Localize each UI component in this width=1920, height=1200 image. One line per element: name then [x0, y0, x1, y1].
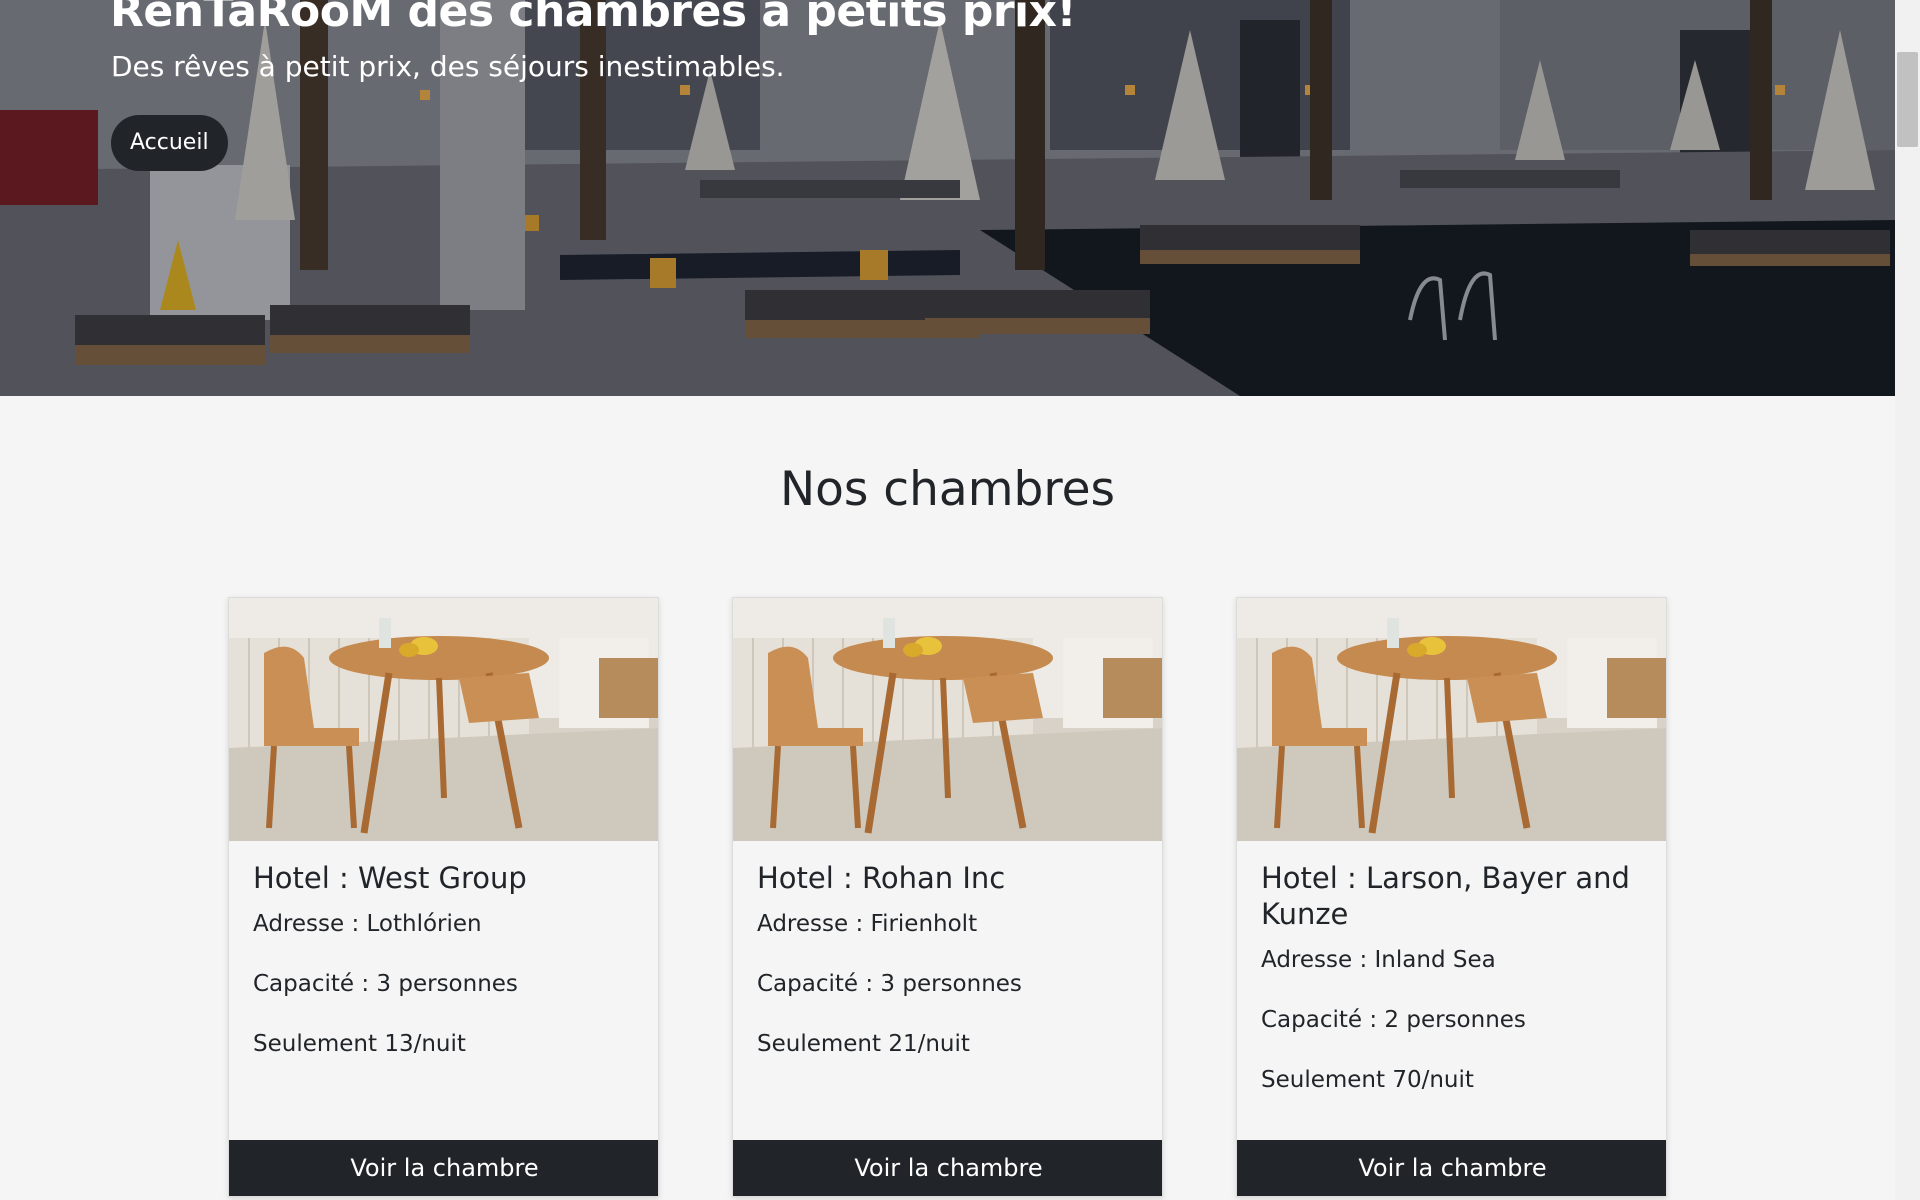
hotel-name: Hotel : Rohan Inc	[757, 861, 1006, 895]
room-image	[229, 598, 658, 841]
room-price: Seulement 13/nuit	[253, 1031, 466, 1057]
room-card: Hotel : West Group Adresse : Lothlórien …	[228, 597, 659, 1197]
hero-title: RenTaRooM des chambres à petits prix!	[110, 0, 1077, 37]
room-image	[733, 598, 1162, 841]
page-scrollbar[interactable]	[1895, 0, 1920, 1200]
hotel-name: Hotel : Larson, Bayer and Kunze	[1261, 861, 1630, 931]
home-button[interactable]: Accueil	[111, 115, 228, 171]
view-room-button[interactable]: Voir la chambre	[733, 1140, 1162, 1196]
card-body: Hotel : West Group Adresse : Lothlórien …	[253, 860, 638, 1090]
hotel-address: Adresse : Inland Sea	[1261, 947, 1496, 973]
hotel-address: Adresse : Lothlórien	[253, 911, 482, 937]
scrollbar-thumb[interactable]	[1897, 52, 1918, 147]
hotel-name: Hotel : West Group	[253, 861, 527, 895]
room-card: Hotel : Larson, Bayer and Kunze Adresse …	[1236, 597, 1667, 1197]
hero-subtitle: Des rêves à petit prix, des séjours ines…	[111, 50, 785, 83]
room-capacity: Capacité : 3 personnes	[757, 971, 1022, 997]
card-body: Hotel : Larson, Bayer and Kunze Adresse …	[1261, 860, 1646, 1126]
view-room-button[interactable]: Voir la chambre	[1237, 1140, 1666, 1196]
room-cards: Hotel : West Group Adresse : Lothlórien …	[0, 597, 1895, 1200]
room-price: Seulement 70/nuit	[1261, 1067, 1474, 1093]
room-price: Seulement 21/nuit	[757, 1031, 970, 1057]
hero-banner: RenTaRooM des chambres à petits prix! De…	[0, 0, 1895, 396]
hotel-address: Adresse : Firienholt	[757, 911, 978, 937]
room-capacity: Capacité : 2 personnes	[1261, 1007, 1526, 1033]
section-title: Nos chambres	[779, 462, 1116, 517]
room-image	[1237, 598, 1666, 841]
card-body: Hotel : Rohan Inc Adresse : Firienholt C…	[757, 860, 1142, 1090]
room-capacity: Capacité : 3 personnes	[253, 971, 518, 997]
room-card: Hotel : Rohan Inc Adresse : Firienholt C…	[732, 597, 1163, 1197]
view-room-button[interactable]: Voir la chambre	[229, 1140, 658, 1196]
